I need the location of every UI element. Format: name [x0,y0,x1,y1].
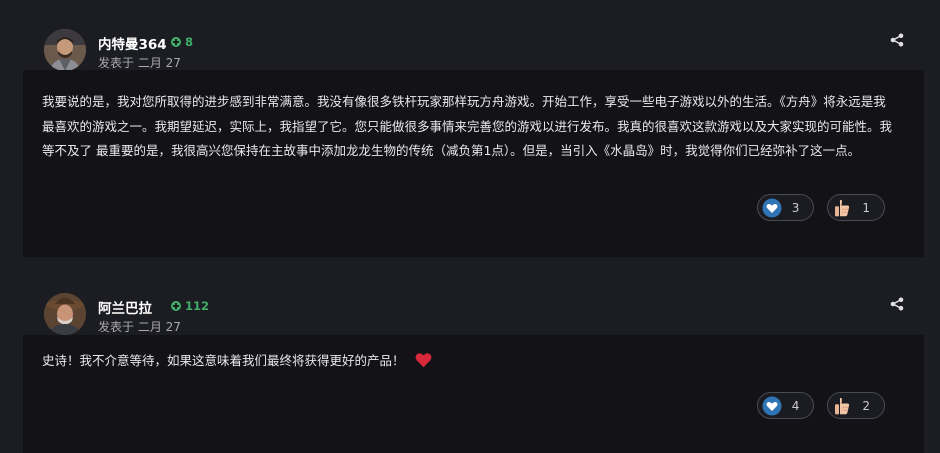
reaction-bar: 4 2 [756,392,885,419]
heart-icon [762,396,782,416]
share-icon[interactable] [890,296,904,311]
share-icon[interactable] [890,32,904,47]
red-heart-emoji [415,352,432,377]
post-text-content: 史诗！我不介意等待，如果这意味着我们最终将获得更好的产品！ [42,353,405,368]
comment-post: 内特曼364 8 发表于 二月 27 我要说的是，我对您所取得的进步感到非常满意… [23,20,924,257]
reaction-heart-button[interactable]: 4 [756,392,815,419]
author-name[interactable]: 内特曼364 [98,33,167,53]
avatar[interactable] [44,293,86,335]
post-body: 我要说的是，我对您所取得的进步感到非常满意。我没有像很多铁杆玩家那样玩方舟游戏。… [23,70,924,257]
post-date: 发表于 二月 27 [98,320,181,334]
reaction-count: 1 [862,200,870,215]
comment-post: 阿兰巴拉 112 发表于 二月 27 史诗！我不介意等待，如果这意味着我们最终将… [23,284,924,453]
heart-icon [762,198,782,218]
post-header: 内特曼364 8 发表于 二月 27 [23,20,924,71]
reaction-heart-button[interactable]: 3 [756,194,815,221]
reaction-bar: 3 1 [756,194,885,221]
post-text: 我要说的是，我对您所取得的进步感到非常满意。我没有像很多铁杆玩家那样玩方舟游戏。… [42,94,893,158]
reaction-thumbs-up-button[interactable]: 2 [827,392,885,419]
avatar[interactable] [44,29,86,71]
reaction-thumbs-up-button[interactable]: 1 [827,194,885,221]
plus-circle-icon [171,301,181,311]
post-header: 阿兰巴拉 112 发表于 二月 27 [23,284,924,335]
reputation-badge: 112 [171,299,209,313]
post-date: 发表于 二月 27 [98,56,181,70]
comment-feed: 内特曼364 8 发表于 二月 27 我要说的是，我对您所取得的进步感到非常满意… [0,0,940,453]
reputation-count: 8 [185,35,194,49]
reputation-count: 112 [185,299,210,313]
reaction-count: 3 [791,200,800,215]
reaction-count: 4 [791,398,800,413]
plus-circle-icon [171,37,181,47]
reaction-count: 2 [862,398,870,413]
author-name[interactable]: 阿兰巴拉 [98,297,152,317]
thumbs-up-icon [832,396,852,416]
thumbs-up-icon [832,198,852,218]
reputation-badge: 8 [171,35,193,49]
post-body: 史诗！我不介意等待，如果这意味着我们最终将获得更好的产品！ 4 2 [23,335,924,453]
post-text: 史诗！我不介意等待，如果这意味着我们最终将获得更好的产品！ [42,349,898,377]
